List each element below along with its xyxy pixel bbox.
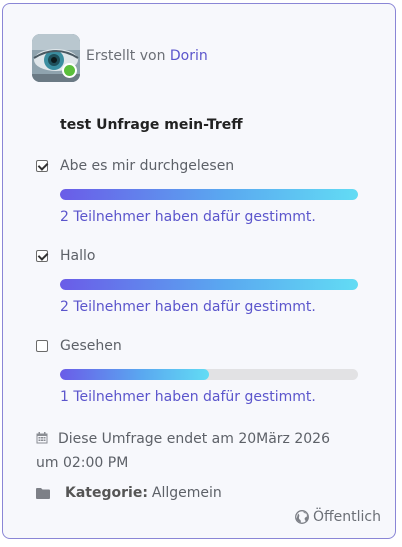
poll-option-1[interactable]: Abe es mir durchgelesen [36,158,234,174]
poll-title: test Unfrage mein-Treff [60,117,243,133]
online-status-indicator [62,63,77,78]
visibility-label: Öffentlich [313,509,381,525]
category-value[interactable]: Allgemein [152,485,222,501]
option-3-label: Gesehen [60,338,122,354]
poll-end-date: Diese Umfrage endet am 20März 2026 um 02… [36,427,346,475]
poll-category: Kategorie: Allgemein [36,485,222,501]
poll-end-text: Diese Umfrage endet am 20März 2026 um 02… [36,431,330,471]
visibility-public: Öffentlich [295,509,381,525]
option-1-votes[interactable]: 2 Teilnehmer haben dafür gestimmt. [60,209,316,225]
option-1-checkbox[interactable] [36,160,48,172]
globe-icon [295,510,309,524]
option-2-votes[interactable]: 2 Teilnehmer haben dafür gestimmt. [60,299,316,315]
poll-option-3[interactable]: Gesehen [36,338,122,354]
created-by-label: Erstellt von [86,48,166,64]
option-3-checkbox[interactable] [36,340,48,352]
option-2-checkbox[interactable] [36,250,48,262]
option-1-label: Abe es mir durchgelesen [60,158,235,174]
calendar-icon [36,432,48,444]
option-3-votes[interactable]: 1 Teilnehmer haben dafür gestimmt. [60,389,316,405]
folder-icon [36,488,50,499]
category-label: Kategorie: [65,485,148,501]
author-link[interactable]: Dorin [170,48,208,64]
option-2-label: Hallo [60,248,96,264]
option-3-progress-bar [60,369,358,380]
option-2-progress-fill [60,279,358,290]
option-1-progress-fill [60,189,358,200]
poll-option-2[interactable]: Hallo [36,248,95,264]
created-by: Erstellt von Dorin [86,48,208,64]
option-2-progress-bar [60,279,358,290]
option-1-progress-bar [60,189,358,200]
option-3-progress-fill [60,369,209,380]
